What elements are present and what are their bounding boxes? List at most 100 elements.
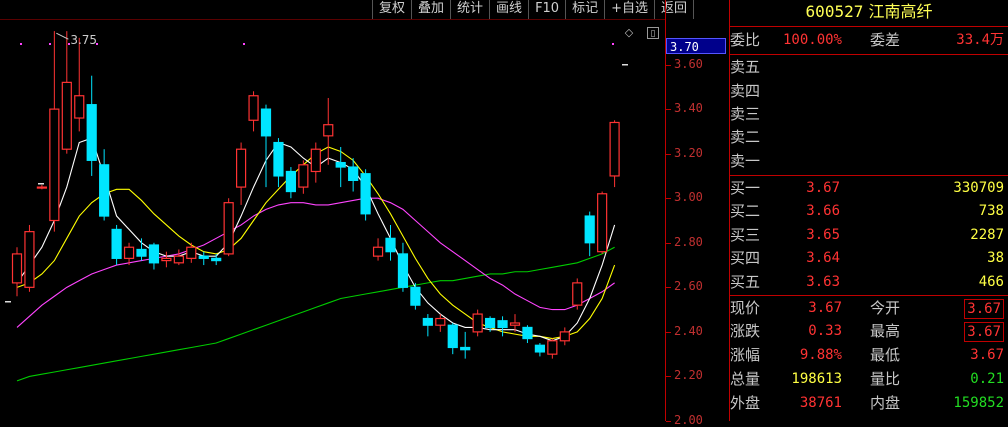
- buy-volume: 738: [978, 203, 1004, 219]
- signal-dot: [68, 43, 70, 45]
- f10-button[interactable]: F10: [528, 0, 565, 19]
- overlay-button[interactable]: 叠加: [411, 0, 450, 19]
- buy-price: 3.64: [806, 250, 840, 266]
- candle-body: [49, 108, 60, 222]
- add-watchlist-button[interactable]: +自选: [604, 0, 654, 19]
- sell-row[interactable]: 卖四: [730, 80, 1008, 103]
- chart-toolbar: 复权 叠加 统计 画线 F10 标记 +自选 返回: [372, 0, 695, 19]
- buy-price: 3.65: [806, 227, 840, 243]
- price-tick-label: 3.00: [674, 190, 703, 205]
- price-tick-label: 3.40: [674, 101, 703, 116]
- stock-code: 600527: [805, 2, 864, 21]
- buy-price: 3.63: [806, 274, 840, 290]
- toggle-panel-icon[interactable]: ▯: [647, 27, 659, 39]
- buy-label: 买三: [730, 226, 761, 244]
- candle-body: [111, 228, 122, 259]
- candle-body: [522, 326, 533, 340]
- ma20-line: [16, 197, 615, 328]
- weibi-value: 100.00%: [782, 32, 842, 48]
- stat-label: 总量: [730, 370, 761, 388]
- buy-volume: 466: [978, 274, 1004, 290]
- draw-line-button[interactable]: 画线: [489, 0, 528, 19]
- candle-body: [123, 246, 135, 259]
- sell-label: 卖五: [730, 58, 761, 76]
- stat-row: 总量 198613 量比 0.21: [730, 368, 1008, 391]
- sell-label: 卖二: [730, 128, 761, 146]
- candle-body: [61, 81, 72, 150]
- stats-divider: [730, 295, 1008, 296]
- sell-row[interactable]: 卖三: [730, 103, 1008, 126]
- statistics-button[interactable]: 统计: [450, 0, 489, 19]
- price-tick-mark: [666, 153, 671, 155]
- weicha-label: 委差: [870, 31, 901, 49]
- price-tick-mark: [666, 109, 671, 111]
- buy-row[interactable]: 买二 3.66 738: [730, 200, 1008, 223]
- candlestick-chart[interactable]: 3.75: [0, 20, 665, 421]
- candle-body: [410, 286, 421, 306]
- stock-name: 江南高纤: [868, 2, 933, 21]
- buy-row[interactable]: 买四 3.64 38: [730, 247, 1008, 270]
- buy-price: 3.66: [806, 203, 840, 219]
- candle-body: [161, 257, 172, 262]
- candle-body: [99, 164, 110, 217]
- candle-body: [24, 231, 35, 288]
- weibi-label: 委比: [730, 31, 761, 49]
- high-price-label: 3.75: [70, 33, 97, 47]
- buy-volume: 2287: [970, 227, 1004, 243]
- mark-button[interactable]: 标记: [565, 0, 604, 19]
- stat-row: 涨跌 0.33 最高 3.67: [730, 320, 1008, 343]
- buy-price: 3.67: [806, 180, 840, 196]
- price-tick-label: 2.80: [674, 234, 703, 249]
- buy-row[interactable]: 买一 3.67 330709: [730, 177, 1008, 200]
- stat-row: 现价 3.67 今开 3.67: [730, 297, 1008, 320]
- buy-label: 买四: [730, 249, 761, 267]
- candle-body: [211, 257, 222, 262]
- limit-marker: [622, 64, 628, 66]
- candle-body: [435, 317, 446, 326]
- stat-row: 涨幅 9.88% 最低 3.67: [730, 344, 1008, 367]
- stat-label: 涨幅: [730, 346, 761, 364]
- sell-row[interactable]: 卖二: [730, 126, 1008, 149]
- diamond-icon[interactable]: ◇: [623, 27, 635, 39]
- candle-body: [310, 148, 321, 173]
- candle-body: [285, 170, 296, 193]
- candle-body: [335, 161, 346, 168]
- sell-row[interactable]: 卖一: [730, 150, 1008, 173]
- limit-marker: [5, 301, 11, 303]
- candle-body: [198, 255, 209, 259]
- buy-volume: 330709: [953, 180, 1004, 196]
- stat-value: 9.88%: [799, 347, 842, 363]
- buy-row[interactable]: 买五 3.63 466: [730, 271, 1008, 294]
- price-tick-label: 2.40: [674, 323, 703, 338]
- orderbook-divider: [730, 175, 1008, 176]
- weibi-divider: [730, 54, 1008, 55]
- signal-dot: [243, 43, 245, 45]
- stat-value: 3.67: [964, 322, 1004, 342]
- sell-label: 卖四: [730, 82, 761, 100]
- sell-row[interactable]: 卖五: [730, 56, 1008, 79]
- candle-body: [86, 104, 97, 161]
- candle-body: [559, 331, 570, 342]
- stat-value: 198613: [791, 371, 842, 387]
- price-tick-label: 3.20: [674, 145, 703, 160]
- buy-volume: 38: [987, 250, 1004, 266]
- stat-value: 3.67: [808, 300, 842, 316]
- stat-value: 0.21: [970, 371, 1004, 387]
- price-tick-mark: [666, 198, 671, 200]
- candle-body: [298, 164, 309, 188]
- price-tick-label: 2.00: [674, 413, 703, 427]
- candle-body: [148, 244, 160, 264]
- quote-panel: 600527 江南高纤 委比 100.00% 委差 33.4万 卖五 卖四 卖三…: [730, 0, 1008, 421]
- candle-body: [447, 324, 458, 349]
- stat-label: 最高: [870, 322, 901, 340]
- stat-value: 38761: [799, 395, 842, 411]
- buy-row[interactable]: 买三 3.65 2287: [730, 224, 1008, 247]
- ma60-line: [16, 246, 615, 382]
- stock-title: 600527 江南高纤: [730, 0, 1008, 26]
- sell-label: 卖三: [730, 105, 761, 123]
- fuquan-button[interactable]: 复权: [372, 0, 411, 19]
- buy-label: 买一: [730, 179, 761, 197]
- title-divider: [730, 26, 1008, 27]
- stat-label: 现价: [730, 299, 761, 317]
- stat-label: 外盘: [730, 394, 761, 412]
